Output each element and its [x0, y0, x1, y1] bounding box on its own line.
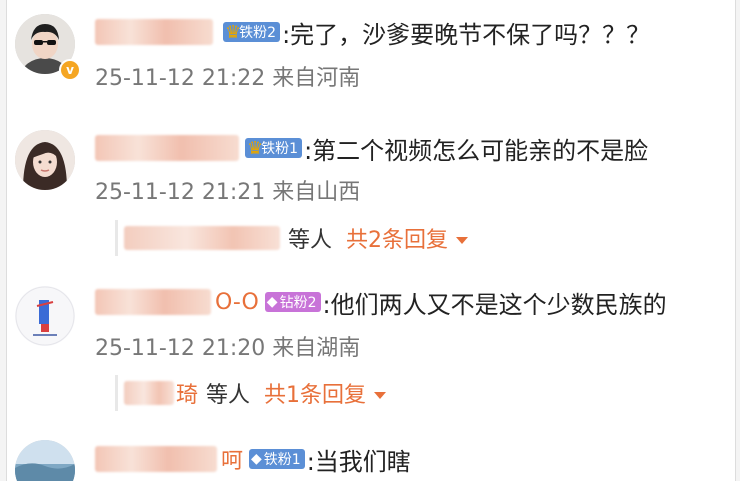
avatar[interactable] — [15, 286, 75, 346]
username[interactable] — [95, 289, 211, 315]
reply-user-tail[interactable]: 琦 — [176, 377, 198, 409]
comment-header: O-O ◆ 钻粉2 :他们两人又不是这个少数民族的 — [95, 284, 667, 320]
chevron-down-icon[interactable] — [374, 391, 387, 399]
comment-meta: 25-11-12 21:20 来自湖南 — [95, 336, 361, 361]
view-replies-link[interactable]: 共1条回复 — [264, 377, 366, 409]
comment-meta: 25-11-12 21:22 来自河南 — [95, 66, 361, 91]
chevron-down-icon[interactable] — [456, 236, 469, 244]
verified-badge: v — [59, 59, 81, 81]
comment-text: :当我们瞎 — [306, 447, 411, 476]
username[interactable] — [95, 446, 217, 472]
comment-header: ♛ 铁粉1 :第二个视频怎么可能亲的不是脸 — [95, 130, 648, 166]
fan-badge-label: 铁粉1 — [261, 141, 299, 157]
comment-header: ♛ 铁粉2 :完了，沙爹要晚节不保了吗？？？ — [95, 14, 650, 50]
fan-badge[interactable]: ◆ 钻粉2 — [264, 292, 321, 312]
reply-users[interactable] — [124, 381, 174, 405]
fan-badge-label: 铁粉1 — [263, 452, 301, 468]
fan-badge[interactable]: ♛ 铁粉1 — [245, 138, 303, 159]
avatar[interactable] — [15, 130, 75, 190]
username[interactable] — [95, 19, 213, 45]
view-replies-link[interactable]: 共2条回复 — [346, 222, 448, 254]
avatar[interactable] — [15, 440, 75, 481]
comment-list: v ♛ 铁粉2 :完了，沙爹要晚节不保了吗？？？ 25-11-12 21:22 … — [6, 0, 736, 481]
comment-meta: 25-11-12 21:21 来自山西 — [95, 180, 361, 205]
fan-badge-label: 钻粉2 — [279, 295, 317, 311]
comment-text: :第二个视频怎么可能亲的不是脸 — [304, 136, 649, 165]
diamond-icon: ◆ — [266, 294, 278, 310]
reply-users[interactable] — [124, 226, 280, 250]
username-suffix[interactable]: O-O — [215, 290, 259, 315]
reply-summary[interactable]: 等人 共2条回复 — [115, 220, 469, 256]
username-suffix[interactable]: 呵 — [221, 443, 243, 475]
fan-badge[interactable]: ♛ 铁粉2 — [223, 22, 281, 43]
comment-text: :完了，沙爹要晚节不保了吗？？？ — [282, 20, 651, 49]
comment-header: 呵 ◆ 铁粉1 :当我们瞎 — [95, 441, 411, 477]
username[interactable] — [95, 135, 239, 161]
diamond-icon: ◆ — [251, 451, 262, 467]
reply-etc: 等人 — [288, 228, 333, 253]
comment-text: :他们两人又不是这个少数民族的 — [322, 290, 667, 319]
reply-summary[interactable]: 琦 等人 共1条回复 — [115, 375, 387, 411]
fan-badge[interactable]: ◆ 铁粉1 — [249, 449, 305, 469]
reply-etc: 等人 — [206, 383, 251, 408]
fan-badge-label: 铁粉2 — [239, 25, 277, 41]
